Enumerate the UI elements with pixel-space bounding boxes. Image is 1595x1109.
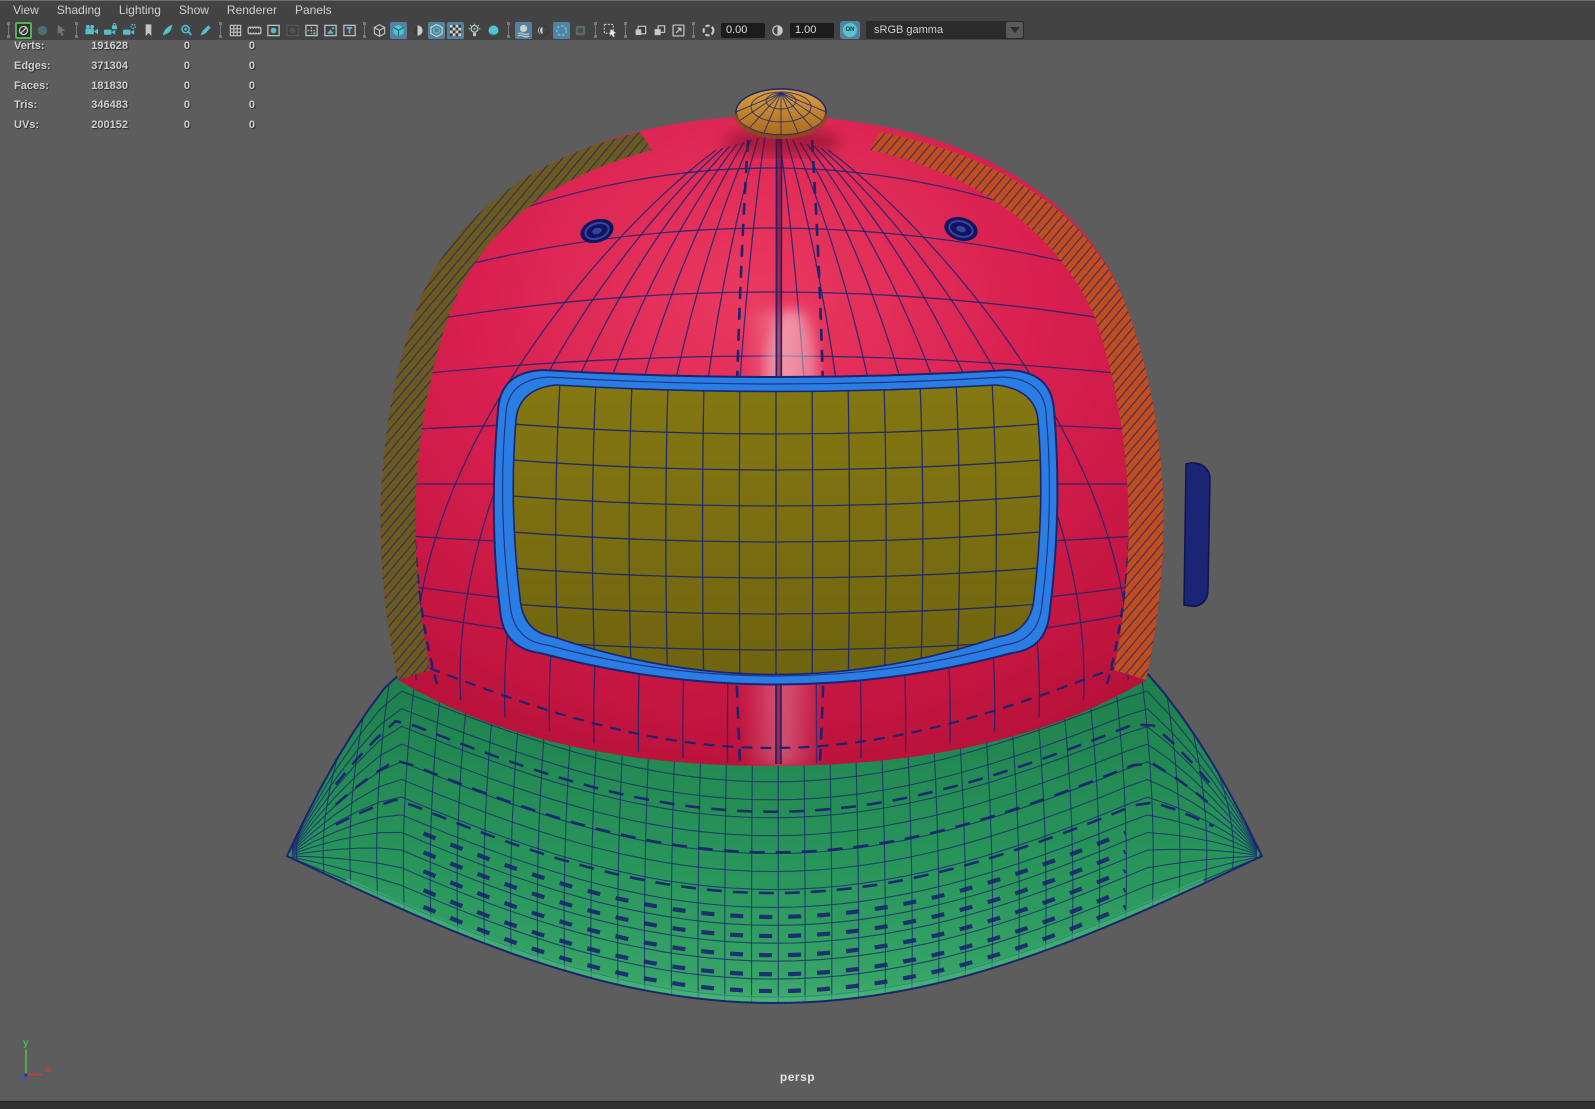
toolbar-separator xyxy=(507,22,510,38)
hud-stats: Verts: 191628 0 0 Edges: 371304 0 0 Faces: 181830… xyxy=(0,37,300,136)
resolution-gate-icon[interactable] xyxy=(265,22,282,39)
hud-v2: 0 xyxy=(183,59,190,72)
hud-row: Edges: 371304 0 0 xyxy=(0,57,300,77)
hud-v2: 0 xyxy=(183,79,190,92)
menu-shading[interactable]: Shading xyxy=(48,1,110,20)
menu-show[interactable]: Show xyxy=(170,1,218,20)
exposure-icon[interactable] xyxy=(700,22,717,39)
gate-mask-icon[interactable] xyxy=(284,22,301,39)
viewport-renderer-icon[interactable] xyxy=(15,21,32,39)
menu-panels[interactable]: Panels xyxy=(286,1,341,20)
menu-renderer[interactable]: Renderer xyxy=(218,1,286,20)
pan-zoom-icon[interactable] xyxy=(178,22,195,39)
view-transform-value: sRGB gamma xyxy=(874,24,944,36)
zoom-2d-icon[interactable] xyxy=(651,22,668,39)
hud-v1: 200152 xyxy=(91,119,128,132)
toolbar-separator xyxy=(692,22,695,38)
color-management-toggle[interactable]: ON xyxy=(840,21,860,39)
chevron-down-icon[interactable] xyxy=(1006,22,1023,38)
camera-attributes-icon[interactable] xyxy=(121,22,138,39)
view-transform-select[interactable]: sRGB gamma xyxy=(866,21,1024,39)
toolbar-separator xyxy=(219,22,222,38)
cap-model[interactable] xyxy=(0,40,1595,1101)
top-bar: View Shading Lighting Show Renderer Pane… xyxy=(0,0,1595,40)
bottom-strip xyxy=(0,1101,1595,1109)
grid-icon[interactable] xyxy=(227,22,244,39)
color-management-on-label: ON xyxy=(843,23,857,37)
smooth-shaded-icon[interactable] xyxy=(390,21,407,39)
lights-icon[interactable] xyxy=(466,22,483,39)
toolbar-separator xyxy=(363,22,366,38)
marker-icon[interactable] xyxy=(197,22,214,39)
hud-v1: 181830 xyxy=(91,79,128,92)
hud-v1: 346483 xyxy=(91,99,128,112)
motion-blur-icon[interactable] xyxy=(534,22,551,39)
textured-icon[interactable] xyxy=(409,22,426,39)
toolbar-separator xyxy=(624,22,627,38)
field-chart-icon[interactable] xyxy=(303,22,320,39)
lock-camera-icon[interactable] xyxy=(102,22,119,39)
wireframe-on-shaded-icon[interactable] xyxy=(428,21,445,39)
toolbar-separator xyxy=(594,22,597,38)
panel-menu-bar: View Shading Lighting Show Renderer Pane… xyxy=(0,1,1595,20)
textures-icon[interactable] xyxy=(447,21,464,39)
toolbar-separator xyxy=(7,22,10,38)
isolate-select-icon[interactable] xyxy=(602,22,619,39)
hud-v3: 0 xyxy=(248,99,255,112)
ssao-icon[interactable] xyxy=(515,21,532,39)
panel-toolbar: 0.00 1.00 ON sRGB gamma xyxy=(0,20,1595,40)
contrast-icon[interactable] xyxy=(769,22,786,39)
hud-v2: 0 xyxy=(183,99,190,112)
depth-of-field-icon[interactable] xyxy=(572,22,589,39)
toolbar-separator xyxy=(75,22,78,38)
gamma-field[interactable]: 1.00 xyxy=(790,22,834,38)
camera-name-label: persp xyxy=(779,1070,816,1084)
menu-view[interactable]: View xyxy=(4,1,48,20)
axis-y-label: y xyxy=(23,1038,29,1049)
hud-v3: 0 xyxy=(248,119,255,132)
pan-2d-icon[interactable] xyxy=(632,22,649,39)
arrow-cursor-icon[interactable] xyxy=(53,22,70,39)
anti-aliasing-icon[interactable] xyxy=(553,21,570,39)
circle-icon[interactable] xyxy=(34,22,51,39)
safe-action-icon[interactable] xyxy=(322,22,339,39)
hud-v3: 0 xyxy=(248,79,255,92)
hud-row: UVs: 200152 0 0 xyxy=(0,116,300,136)
hud-v3: 0 xyxy=(248,59,255,72)
hud-row: Tris: 346483 0 0 xyxy=(0,96,300,116)
shadows-icon[interactable] xyxy=(485,22,502,39)
region-zoom-icon[interactable] xyxy=(670,22,687,39)
menu-lighting[interactable]: Lighting xyxy=(110,1,170,20)
hud-v2: 0 xyxy=(183,119,190,132)
bookmark-icon[interactable] xyxy=(140,22,157,39)
film-gate-icon[interactable] xyxy=(246,22,263,39)
hud-v1: 371304 xyxy=(91,59,128,72)
axis-gizmo: y x xyxy=(20,1038,51,1081)
viewport-3d[interactable]: Verts: 191628 0 0 Edges: 371304 0 0 Faces: 181830… xyxy=(0,40,1595,1101)
hud-row: Faces: 181830 0 0 xyxy=(0,77,300,97)
wireframe-icon[interactable] xyxy=(371,22,388,39)
safe-title-icon[interactable] xyxy=(341,22,358,39)
grease-pencil-icon[interactable] xyxy=(159,22,176,39)
select-camera-icon[interactable] xyxy=(83,22,100,39)
exposure-field[interactable]: 0.00 xyxy=(721,22,765,38)
axis-x-label: x xyxy=(45,1064,51,1075)
